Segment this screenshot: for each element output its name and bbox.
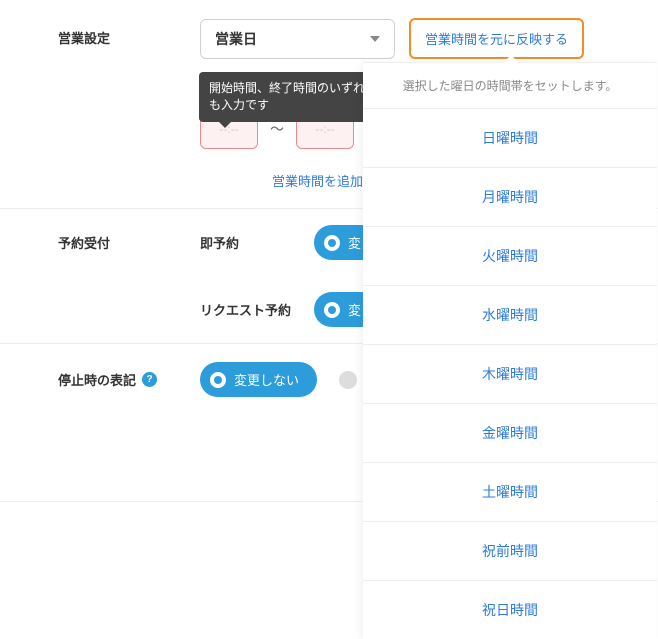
radio-selected-icon: [324, 302, 340, 318]
dropdown-item-monday[interactable]: 月曜時間: [363, 168, 657, 227]
dropdown-item-tuesday[interactable]: 火曜時間: [363, 227, 657, 286]
add-business-hours-button[interactable]: 営業時間を追加する: [200, 149, 389, 208]
chevron-down-icon: [370, 36, 380, 42]
business-day-select-value: 営業日: [215, 29, 257, 49]
business-day-select[interactable]: 営業日: [200, 19, 395, 59]
dropdown-header: 選択した曜日の時間帯をセットします。: [363, 63, 657, 109]
instant-booking-label: 即予約: [200, 233, 314, 252]
instant-booking-change-label: 変: [348, 233, 361, 252]
radio-selected-icon: [324, 235, 340, 251]
help-icon[interactable]: ?: [142, 372, 157, 387]
request-booking-change-label: 変: [348, 300, 361, 319]
dropdown-item-preholiday[interactable]: 祝前時間: [363, 522, 657, 581]
business-settings-label: 営業設定: [0, 18, 200, 47]
time-range-separator: 〜: [270, 119, 284, 139]
stop-display-label: 停止時の表記: [58, 370, 136, 389]
reservation-label: 予約受付: [0, 209, 200, 252]
dropdown-item-thursday[interactable]: 木曜時間: [363, 345, 657, 404]
dropdown-item-sunday[interactable]: 日曜時間: [363, 109, 657, 168]
stop-display-options: 変更しない: [200, 362, 357, 397]
radio-selected-icon: [210, 372, 226, 388]
radio-unselected-icon[interactable]: [339, 371, 357, 389]
no-change-button[interactable]: 変更しない: [200, 362, 317, 397]
time-validation-tooltip: 開始時間、終了時間のいずれも入力です: [199, 72, 379, 122]
no-change-button-label: 変更しない: [234, 370, 299, 389]
day-time-dropdown: 選択した曜日の時間帯をセットします。 日曜時間 月曜時間 火曜時間 水曜時間 木…: [363, 62, 657, 639]
dropdown-item-saturday[interactable]: 土曜時間: [363, 463, 657, 522]
dropdown-item-friday[interactable]: 金曜時間: [363, 404, 657, 463]
dropdown-item-holiday[interactable]: 祝日時間: [363, 581, 657, 639]
reflect-hours-button-label: 営業時間を元に反映する: [425, 29, 568, 48]
dropdown-item-wednesday[interactable]: 水曜時間: [363, 286, 657, 345]
stop-display-label-wrap: 停止時の表記 ?: [0, 370, 200, 389]
reflect-hours-button[interactable]: 営業時間を元に反映する: [409, 18, 584, 59]
request-booking-label: リクエスト予約: [200, 300, 314, 319]
